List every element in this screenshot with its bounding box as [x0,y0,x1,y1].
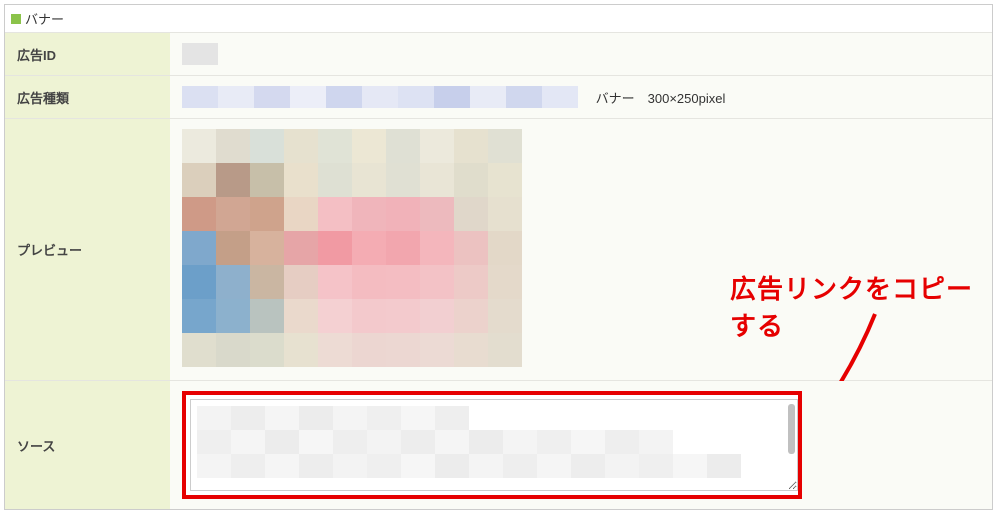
preview-image [182,129,522,367]
table-row-ad-type: 広告種類 バナー 300×250pixel [5,76,992,119]
table-row-ad-id: 広告ID [5,33,992,76]
table-row-preview: プレビュー 広告リンクをコピーする [5,119,992,381]
source-textarea[interactable] [190,399,798,491]
ad-type-text: バナー 300×250pixel [596,88,726,107]
source-value [170,381,992,510]
ad-type-value: バナー 300×250pixel [170,76,992,119]
section-header: バナー [5,5,992,32]
ad-type-label: 広告種類 [5,76,170,119]
source-highlight-box [182,391,802,499]
redacted-ad-id [182,43,218,65]
preview-label: プレビュー [5,119,170,381]
banner-panel: バナー 広告ID 広告種類 バナー 300×250pixel プレビュー [4,4,993,510]
redacted-ad-type [182,86,578,108]
redacted-source [191,400,797,484]
section-bullet-icon [11,14,21,24]
preview-value: 広告リンクをコピーする [170,119,992,381]
table-row-source: ソース [5,381,992,510]
ad-id-value [170,33,992,76]
callout-text: 広告リンクをコピーする [730,269,992,343]
callout-annotation: 広告リンクをコピーする [730,269,992,343]
ad-id-label: 広告ID [5,33,170,76]
source-label: ソース [5,381,170,510]
scrollbar-thumb[interactable] [788,404,795,454]
ad-details-table: 広告ID 広告種類 バナー 300×250pixel プレビュー [5,32,992,509]
section-title: バナー [25,9,64,28]
